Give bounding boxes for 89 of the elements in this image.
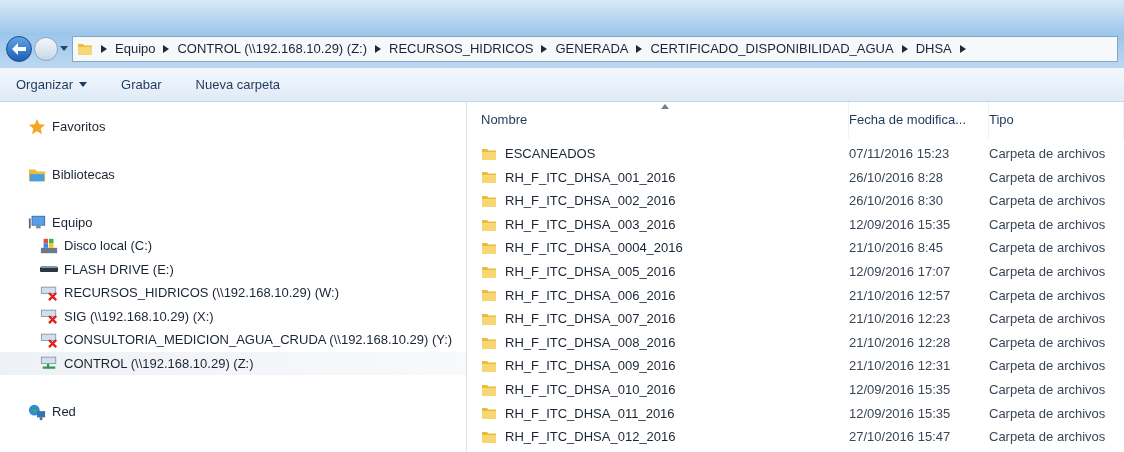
date-cell-text: 21/10/2016 8:45 — [849, 239, 944, 258]
breadcrumb-item[interactable]: Equipo — [115, 39, 156, 59]
nav-group-label: Bibliotecas — [52, 166, 115, 185]
column-header[interactable]: Nombre — [481, 102, 849, 138]
date-cell-text: 21/10/2016 12:31 — [849, 357, 952, 376]
date-cell-text: 27/10/2016 15:47 — [849, 428, 952, 447]
nav-group-label: Equipo — [52, 214, 93, 233]
type-cell-text: Carpeta de archivos — [989, 357, 1107, 376]
file-name-cell[interactable]: RH_F_ITC_DHSA_010_2016 — [481, 380, 849, 400]
type-cell-text: Carpeta de archivos — [989, 310, 1107, 329]
date-cell-text: 21/10/2016 12:57 — [849, 286, 952, 305]
folder-icon — [481, 358, 497, 375]
type-cell-text: Carpeta de archivos — [989, 428, 1107, 447]
nav-group[interactable]: Red — [0, 401, 466, 423]
nav-item[interactable]: SIG (\\192.168.10.29) (X:) — [0, 304, 466, 328]
folder-icon — [481, 193, 497, 209]
chevron-right-icon — [901, 45, 908, 53]
file-name-cell[interactable]: RH_F_ITC_DHSA_011_2016 — [481, 403, 849, 424]
folder-icon — [481, 169, 497, 186]
flash-drive-icon — [40, 266, 58, 273]
column-header[interactable]: Fecha de modifica... — [849, 102, 989, 138]
chevron-right-icon — [636, 45, 643, 53]
column-header[interactable]: Tipo — [989, 102, 1124, 138]
chevron-right-icon — [959, 45, 966, 53]
breadcrumb-item[interactable]: RECURSOS_HIDRICOS — [389, 39, 534, 59]
type-cell-text: Carpeta de archivos — [989, 333, 1107, 352]
folder-icon — [481, 287, 497, 304]
date-cell-text: 12/09/2016 15:35 — [849, 404, 952, 423]
back-arrow-icon — [12, 43, 26, 55]
toolbar-button[interactable]: Nueva carpeta — [195, 74, 281, 95]
nav-item[interactable]: RECURSOS_HIDRICOS (\\192.168.10.29) (W:) — [0, 281, 466, 305]
chevron-right-icon — [163, 45, 170, 53]
folder-icon — [77, 41, 93, 57]
address-bar[interactable]: Equipo CONTROL (\\192.168.10.29) (Z:) RECURSOS_HIDRICOS GENERADA CERTIFICADO_DISPONIBILIDAD_AGUA DHSA — [72, 36, 1118, 62]
nav-item[interactable]: CONSULTORIA_MEDICION_AGUA_CRUDA (\\192.168.10.29) (Y:) — [0, 328, 466, 352]
caret-icon — [79, 82, 88, 87]
date-cell-text: 21/10/2016 12:28 — [849, 333, 952, 352]
breadcrumb-item[interactable]: CERTIFICADO_DISPONIBILIDAD_AGUA — [650, 39, 894, 59]
chevron-right-icon — [541, 45, 548, 53]
back-button[interactable] — [6, 36, 32, 62]
file-name-cell[interactable]: RH_F_ITC_DHSA_003_2016 — [481, 214, 849, 235]
type-cell-text: Carpeta de archivos — [989, 145, 1107, 164]
star-icon — [28, 118, 46, 136]
nav-group[interactable]: Bibliotecas — [0, 164, 466, 186]
breadcrumb-item[interactable]: GENERADA — [555, 39, 629, 59]
date-cell-text: 21/10/2016 12:23 — [849, 310, 952, 329]
date-cell-text: 12/09/2016 17:07 — [849, 263, 952, 281]
nav-group-label: Red — [52, 403, 76, 422]
file-name-cell[interactable]: RH_F_ITC_DHSA_0004_2016 — [481, 238, 849, 258]
toolbar-button[interactable]: Organizar — [16, 74, 88, 95]
nav-group[interactable]: Equipo — [0, 212, 466, 234]
date-cell-text: 07/11/2016 15:23 — [849, 145, 951, 164]
nav-item[interactable]: Disco local (C:) — [0, 234, 466, 258]
file-name-cell[interactable]: RH_F_ITC_DHSA_009_2016 — [481, 356, 849, 376]
nav-group-label: Favoritos — [52, 118, 106, 137]
folder-icon — [481, 240, 497, 257]
chevron-right-icon — [375, 45, 381, 53]
local-disk-icon — [40, 236, 58, 255]
type-cell-text: Carpeta de archivos — [989, 381, 1107, 399]
file-name-cell[interactable]: RH_F_ITC_DHSA_008_2016 — [481, 332, 849, 353]
date-cell-text: 26/10/2016 8:28 — [849, 168, 944, 187]
toolbar-button[interactable]: Grabar — [121, 74, 162, 95]
sort-arrow-icon — [660, 104, 669, 109]
file-name-cell[interactable]: RH_F_ITC_DHSA_012_2016 — [481, 427, 849, 447]
type-cell-text: Carpeta de archivos — [989, 286, 1107, 305]
nav-item[interactable]: CONTROL (\\192.168.10.29) (Z:) — [0, 351, 466, 375]
file-name-cell[interactable]: ESCANEADOS — [481, 144, 849, 164]
breadcrumb-item[interactable]: DHSA — [915, 39, 952, 59]
date-cell-text: 12/09/2016 15:35 — [849, 215, 952, 234]
nav-item[interactable]: FLASH DRIVE (E:) — [0, 257, 466, 281]
network-icon — [28, 403, 46, 421]
chevron-right-icon — [101, 45, 107, 53]
breadcrumb-item[interactable]: CONTROL (\\192.168.10.29) (Z:) — [177, 39, 367, 59]
folder-icon — [481, 405, 497, 422]
file-name-cell[interactable]: RH_F_ITC_DHSA_006_2016 — [481, 285, 849, 306]
file-name-cell[interactable]: RH_F_ITC_DHSA_007_2016 — [481, 309, 849, 329]
date-cell-text: 26/10/2016 8:30 — [849, 192, 944, 211]
date-cell-text: 12/09/2016 15:35 — [849, 381, 952, 399]
type-cell-text: Carpeta de archivos — [989, 404, 1107, 423]
file-name-cell[interactable]: RH_F_ITC_DHSA_002_2016 — [481, 191, 849, 211]
type-cell-text: Carpeta de archivos — [989, 168, 1107, 187]
file-name-cell[interactable]: RH_F_ITC_DHSA_005_2016 — [481, 262, 849, 282]
type-cell-text: Carpeta de archivos — [989, 215, 1107, 234]
dropdown-caret-icon — [60, 46, 68, 52]
type-cell-text: Carpeta de archivos — [989, 263, 1107, 281]
file-name-cell[interactable]: RH_F_ITC_DHSA_001_2016 — [481, 167, 849, 188]
nav-group[interactable]: Favoritos — [0, 116, 466, 138]
type-cell-text: Carpeta de archivos — [989, 239, 1107, 258]
type-cell-text: Carpeta de archivos — [989, 192, 1107, 211]
